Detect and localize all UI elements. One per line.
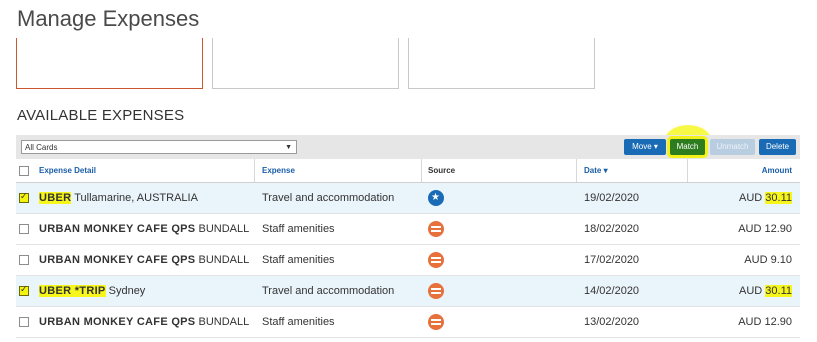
card-icon (428, 190, 444, 206)
expense-amount: AUD 9.10 (744, 245, 792, 275)
receipt-icon (428, 283, 444, 299)
row-checkbox[interactable] (19, 255, 29, 265)
merchant-name: UBER (39, 192, 72, 204)
receipt-icon (428, 314, 444, 330)
page-title: Manage Expenses (17, 6, 200, 31)
amount-currency: AUD (739, 285, 766, 297)
unmatch-button[interactable]: Unmatch (710, 139, 755, 155)
row-checkbox[interactable] (19, 224, 29, 234)
expense-toolbar: All Cards ▼ Move ▾ Match Unmatch Delete (16, 135, 800, 159)
amount-value: 30.11 (765, 285, 792, 297)
column-divider (576, 159, 577, 182)
row-checkbox[interactable] (19, 284, 29, 296)
column-divider (254, 159, 255, 182)
expense-type: Travel and accommodation (262, 192, 395, 204)
expense-detail: URBAN MONKEY CAFE QPS BUNDALL (39, 307, 249, 337)
delete-button[interactable]: Delete (759, 139, 796, 155)
receipt-panel-1[interactable] (16, 38, 203, 89)
table-row[interactable]: URBAN MONKEY CAFE QPS BUNDALL Staff amen… (16, 307, 800, 338)
receipt-icon (428, 221, 444, 237)
merchant-name: UBER *TRIP (39, 285, 106, 297)
amount-currency: AUD (744, 254, 771, 266)
row-checkbox[interactable] (19, 191, 29, 203)
amount-value: 12.90 (764, 316, 792, 328)
expense-date: 17/02/2020 (584, 254, 640, 266)
merchant-location: BUNDALL (195, 223, 250, 235)
expense-detail: UBER Tullamarine, AUSTRALIA (39, 183, 198, 213)
amount-value: 30.11 (765, 192, 792, 204)
header-source[interactable]: Source (428, 159, 455, 182)
move-button[interactable]: Move ▾ (624, 139, 666, 155)
column-divider (687, 159, 688, 182)
table-row[interactable]: UBER *TRIP Sydney Travel and accommodati… (16, 276, 800, 307)
amount-currency: AUD (739, 192, 766, 204)
expense-date: 14/02/2020 (584, 285, 640, 297)
table-header: Expense Detail Expense Source Date ▾ Amo… (16, 159, 800, 183)
expense-amount: AUD 12.90 (738, 214, 792, 244)
amount-value: 9.10 (770, 254, 792, 266)
row-checkbox[interactable] (19, 317, 29, 327)
table-row[interactable]: URBAN MONKEY CAFE QPS BUNDALL Staff amen… (16, 214, 800, 245)
merchant-name: URBAN MONKEY CAFE QPS (39, 254, 196, 266)
header-date[interactable]: Date ▾ (584, 159, 608, 182)
expense-detail: URBAN MONKEY CAFE QPS BUNDALL (39, 245, 249, 275)
merchant-location: Tullamarine, AUSTRALIA (71, 192, 198, 204)
card-filter-value: All Cards (25, 143, 58, 152)
header-amount[interactable]: Amount (762, 159, 792, 182)
merchant-location: BUNDALL (195, 254, 250, 266)
expense-type: Staff amenities (262, 254, 335, 266)
select-all-checkbox[interactable] (19, 166, 29, 176)
expense-amount: AUD 30.11 (739, 183, 792, 213)
amount-value: 12.90 (764, 223, 792, 235)
chevron-down-icon: ▼ (285, 144, 292, 151)
amount-currency: AUD (738, 316, 765, 328)
expense-detail: URBAN MONKEY CAFE QPS BUNDALL (39, 214, 249, 244)
match-button[interactable]: Match (670, 139, 705, 155)
expense-type: Travel and accommodation (262, 285, 395, 297)
merchant-name: URBAN MONKEY CAFE QPS (39, 223, 196, 235)
expense-date: 13/02/2020 (584, 316, 640, 328)
merchant-name: URBAN MONKEY CAFE QPS (39, 316, 196, 328)
receipt-panel-3[interactable] (408, 38, 595, 89)
expense-detail: UBER *TRIP Sydney (39, 276, 145, 306)
table-row[interactable]: URBAN MONKEY CAFE QPS BUNDALL Staff amen… (16, 245, 800, 276)
expense-amount: AUD 30.11 (739, 276, 792, 306)
card-filter-select[interactable]: All Cards ▼ (21, 140, 297, 154)
expense-type: Staff amenities (262, 223, 335, 235)
table-row[interactable]: UBER Tullamarine, AUSTRALIA Travel and a… (16, 183, 800, 214)
receipt-panel-2[interactable] (212, 38, 399, 89)
column-divider (421, 159, 422, 182)
expense-date: 19/02/2020 (584, 192, 640, 204)
header-expense[interactable]: Expense (262, 159, 295, 182)
expense-type: Staff amenities (262, 316, 335, 328)
header-expense-detail[interactable]: Expense Detail (39, 159, 96, 182)
merchant-location: Sydney (105, 285, 146, 297)
receipt-icon (428, 252, 444, 268)
expense-amount: AUD 12.90 (738, 307, 792, 337)
merchant-location: BUNDALL (195, 316, 250, 328)
amount-currency: AUD (738, 223, 765, 235)
expense-date: 18/02/2020 (584, 223, 640, 235)
section-title: AVAILABLE EXPENSES (17, 107, 185, 124)
